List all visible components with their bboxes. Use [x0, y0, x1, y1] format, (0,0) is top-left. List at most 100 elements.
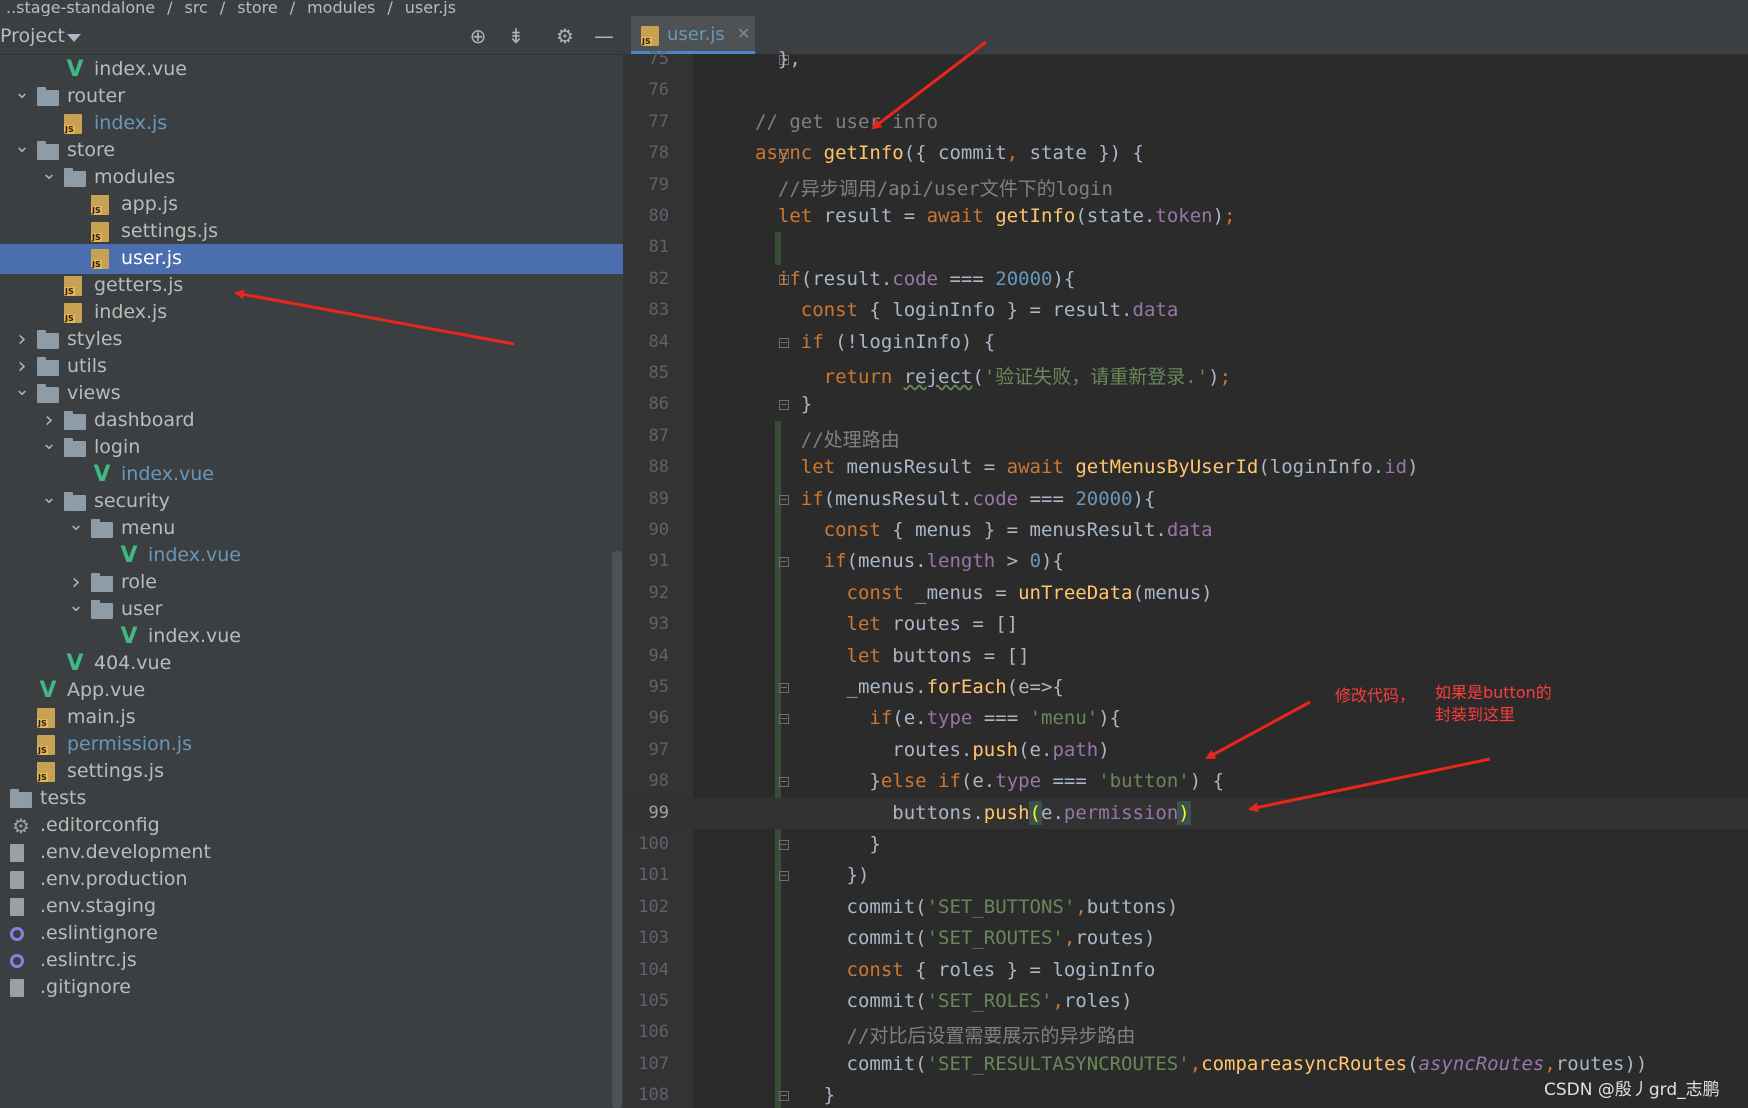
tree-item[interactable]: ⌄ user	[0, 595, 623, 625]
tree-item[interactable]: index.js	[0, 109, 623, 139]
tree-item[interactable]: Vindex.vue	[0, 460, 623, 490]
chevron-down-icon[interactable]: ⌄	[13, 136, 31, 166]
code-line[interactable]: 94 let buttons = []	[623, 641, 1748, 672]
tree-item[interactable]: › dashboard	[0, 406, 623, 436]
chevron-down-icon[interactable]: ⌄	[40, 433, 58, 463]
vue-file-icon: V	[39, 678, 57, 703]
tree-item[interactable]: settings.js	[0, 757, 623, 787]
tree-item-selected[interactable]: user.js	[0, 244, 623, 274]
chevron-down-icon[interactable]: ⌄	[67, 514, 85, 544]
code-line[interactable]: 84 if (!loginInfo) {	[623, 327, 1748, 358]
code-line[interactable]: 82 if(result.code === 20000){	[623, 264, 1748, 295]
tree-item[interactable]: Vindex.vue	[0, 541, 623, 571]
tree-item[interactable]: V App.vue	[0, 676, 623, 706]
tree-item[interactable]: index.js	[0, 298, 623, 328]
code-line[interactable]: 78 async getInfo({ commit, state }) {	[623, 138, 1748, 169]
code-line[interactable]: 90 const { menus } = menusResult.data	[623, 515, 1748, 546]
code-line[interactable]: 97 routes.push(e.path)	[623, 735, 1748, 766]
code-line[interactable]: 89 if(menusResult.code === 20000){	[623, 484, 1748, 515]
tree-item[interactable]: tests	[0, 784, 623, 814]
code-line[interactable]: 77 // get user info	[623, 107, 1748, 138]
tree-item-label: .env.development	[40, 841, 211, 863]
code-line[interactable]: 96 if(e.type === 'menu'){	[623, 703, 1748, 734]
breadcrumb-item[interactable]: user.js	[399, 0, 462, 16]
breadcrumb-item[interactable]: store	[231, 0, 283, 16]
code-line[interactable]: 83 const { loginInfo } = result.data	[623, 295, 1748, 326]
code-line[interactable]: 79 //异步调用/api/user文件下的login	[623, 170, 1748, 201]
code-line[interactable]: 81	[623, 232, 1748, 263]
chevron-right-icon[interactable]: ›	[13, 325, 31, 355]
breadcrumb-item[interactable]: modules	[301, 0, 381, 16]
code-line[interactable]: 80 let result = await getInfo(state.toke…	[623, 201, 1748, 232]
tree-item[interactable]: settings.js	[0, 217, 623, 247]
chevron-down-icon[interactable]: ⌄	[40, 487, 58, 517]
tree-item[interactable]: ⚙ .editorconfig	[0, 811, 623, 841]
project-scrollbar[interactable]	[612, 551, 622, 1108]
tree-item[interactable]: ⌄ modules	[0, 163, 623, 193]
tree-item[interactable]: app.js	[0, 190, 623, 220]
code-line[interactable]: 87 //处理路由	[623, 421, 1748, 452]
chevron-down-icon[interactable]: ⌄	[13, 379, 31, 409]
chevron-down-icon[interactable]: ⌄	[40, 163, 58, 193]
tree-item[interactable]: V 404.vue	[0, 649, 623, 679]
tree-item[interactable]: ⌄ store	[0, 136, 623, 166]
tree-item[interactable]: ⌄ menu	[0, 514, 623, 544]
code-token: const	[755, 519, 893, 541]
code-line[interactable]: 93 let routes = []	[623, 609, 1748, 640]
locate-icon[interactable]: ⊕	[466, 24, 490, 48]
code-line[interactable]: 104 const { roles } = loginInfo	[623, 955, 1748, 986]
js-file-icon	[64, 114, 82, 134]
tree-item[interactable]: › utils	[0, 352, 623, 382]
code-line[interactable]: 95 _menus.forEach(e=>{	[623, 672, 1748, 703]
code-token: routes.	[755, 738, 973, 761]
code-line[interactable]: 101 })	[623, 860, 1748, 891]
code-line[interactable]: 103 commit('SET_ROUTES',routes)	[623, 923, 1748, 954]
tree-item[interactable]: ⌄ security	[0, 487, 623, 517]
chevron-right-icon[interactable]: ›	[13, 352, 31, 382]
code-line[interactable]: 92 const _menus = unTreeData(menus)	[623, 578, 1748, 609]
breadcrumb-item[interactable]: src	[178, 0, 213, 16]
tree-item[interactable]: › role	[0, 568, 623, 598]
tree-item[interactable]: permission.js	[0, 730, 623, 760]
code-line[interactable]: 100 }	[623, 829, 1748, 860]
tree-item[interactable]: .eslintignore	[0, 919, 623, 949]
chevron-down-icon[interactable]: ⌄	[13, 82, 31, 112]
tree-item[interactable]: ⌄ router	[0, 82, 623, 112]
code-token: ,	[1052, 990, 1064, 1012]
gear-icon[interactable]: ⚙	[553, 24, 577, 48]
tree-item[interactable]: getters.js	[0, 271, 623, 301]
tree-item[interactable]: .eslintrc.js	[0, 946, 623, 976]
close-icon[interactable]: ✕	[737, 24, 750, 43]
code-line[interactable]: 85 return reject('验证失败，请重新登录.');	[623, 358, 1748, 389]
tree-item[interactable]: Vindex.vue	[0, 622, 623, 652]
tree-item[interactable]: › styles	[0, 325, 623, 355]
tree-item[interactable]: .env.staging	[0, 892, 623, 922]
code-line[interactable]: 91 if(menus.length > 0){	[623, 546, 1748, 577]
breadcrumb-item[interactable]: ..stage-standalone	[0, 0, 161, 16]
tree-item[interactable]: ⌄ login	[0, 433, 623, 463]
code-line[interactable]: 88 let menusResult = await getMenusByUse…	[623, 452, 1748, 483]
code-line[interactable]: 105 commit('SET_ROLES',roles)	[623, 986, 1748, 1017]
code-line[interactable]: 99 buttons.push(e.permission)	[623, 797, 1748, 829]
chevron-down-icon[interactable]	[67, 34, 81, 42]
code-line[interactable]: 102 commit('SET_BUTTONS',buttons)	[623, 892, 1748, 923]
tree-item[interactable]: .gitignore	[0, 973, 623, 1003]
minimize-icon[interactable]: —	[592, 24, 616, 48]
code-token: 'SET_RESULTASYNCROUTES'	[926, 1052, 1190, 1075]
chevron-right-icon[interactable]: ›	[40, 406, 58, 436]
project-view-selector[interactable]: Project	[0, 25, 65, 47]
code-line[interactable]: 75 },	[623, 44, 1748, 75]
tree-item[interactable]: ⌄ views	[0, 379, 623, 409]
eslint-icon	[10, 927, 24, 941]
tree-item[interactable]: .env.production	[0, 865, 623, 895]
collapse-icon[interactable]: ⇟	[504, 24, 528, 48]
code-line[interactable]: 86 }	[623, 389, 1748, 420]
tree-item[interactable]: Vindex.vue	[0, 55, 623, 85]
chevron-down-icon[interactable]: ⌄	[67, 595, 85, 625]
code-line[interactable]: 98 }else if(e.type === 'button') {	[623, 766, 1748, 797]
tree-item[interactable]: main.js	[0, 703, 623, 733]
code-line[interactable]: 106 //对比后设置需要展示的异步路由	[623, 1017, 1748, 1048]
chevron-right-icon[interactable]: ›	[67, 568, 85, 598]
tree-item[interactable]: .env.development	[0, 838, 623, 868]
code-line[interactable]: 76	[623, 75, 1748, 106]
